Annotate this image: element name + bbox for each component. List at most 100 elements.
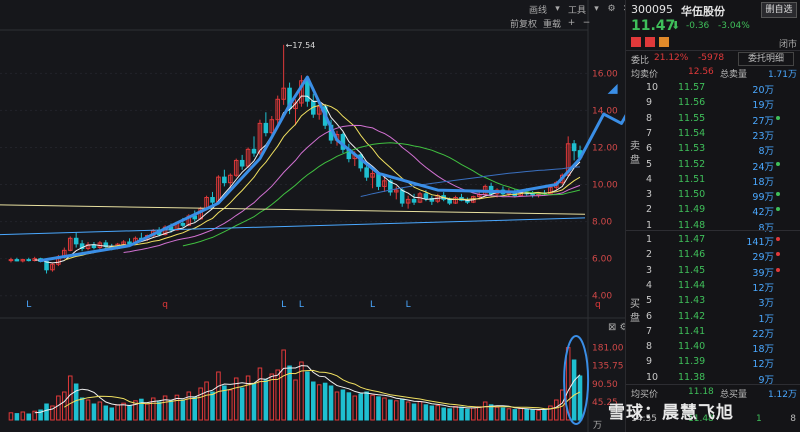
volume-bar	[91, 403, 97, 421]
volume-bar	[388, 399, 393, 421]
order-volume: 22万	[752, 328, 774, 340]
order-row[interactable]: 8 11.40 18万	[626, 339, 800, 356]
order-volume: 1万	[758, 313, 774, 325]
volume-bar	[251, 383, 257, 421]
adjust-toolbar: 前复权 重载 + −	[510, 16, 591, 30]
order-row[interactable]: 3 11.45 39万	[626, 263, 800, 279]
order-price: 11.45	[678, 264, 706, 276]
volume-bar	[328, 385, 334, 421]
order-price: 11.43	[678, 295, 706, 307]
settings-icon[interactable]: ⚙	[607, 4, 616, 14]
order-price: 11.41	[678, 325, 706, 337]
volume-bar	[370, 394, 375, 421]
zoom-in-icon[interactable]: +	[567, 18, 576, 28]
volume-tick-label: 135.75	[592, 362, 624, 372]
chevron-down-icon[interactable]: ▾	[592, 4, 601, 14]
volume-bar	[67, 375, 73, 421]
order-row[interactable]: 9 11.56 19万	[626, 95, 800, 112]
order-level: 6	[646, 310, 653, 322]
order-row[interactable]: 10 11.57 20万	[626, 80, 800, 96]
order-volume: 19万	[752, 100, 774, 112]
candle-series	[8, 44, 583, 274]
order-row[interactable]: 4 11.51 18万	[626, 172, 800, 188]
order-row[interactable]: 10 11.38 9万	[626, 370, 800, 386]
volume-bar	[500, 407, 506, 421]
volume-bars	[8, 347, 583, 421]
volume-bar	[506, 408, 512, 421]
order-volume: 29万	[752, 252, 774, 264]
order-level: 9	[646, 356, 653, 368]
change-dot-icon	[776, 237, 780, 241]
order-row[interactable]: 1 11.47 141万	[626, 232, 800, 248]
volume-bar	[453, 405, 458, 421]
order-row[interactable]: 5 11.52 24万	[626, 157, 800, 173]
vol-settings-icon: ⊠ ⚙	[608, 322, 625, 333]
tools-button[interactable]: 工具	[568, 3, 586, 16]
volume-bar	[447, 408, 452, 421]
candle-body	[239, 159, 245, 167]
candle-body	[73, 237, 79, 245]
order-row[interactable]: 2 11.49 42万	[626, 202, 800, 218]
volume-bar	[293, 379, 298, 421]
order-row[interactable]: 4 11.44 12万	[626, 278, 800, 294]
volume-bar	[257, 367, 263, 421]
volume-bar	[26, 413, 32, 421]
volume-bar	[311, 381, 316, 421]
order-row[interactable]: 8 11.55 27万	[626, 111, 800, 127]
entrust-detail-button[interactable]: 委托明细	[738, 52, 794, 66]
order-level: 2	[646, 249, 653, 261]
volume-bar	[281, 349, 286, 421]
volume-bar	[530, 409, 535, 421]
draw-line-button[interactable]: 画线	[529, 3, 547, 16]
order-price: 11.44	[678, 279, 706, 291]
fq-button[interactable]: 前复权	[510, 17, 537, 30]
order-row[interactable]: 7 11.54 23万	[626, 126, 800, 142]
volume-bar	[334, 391, 340, 421]
volume-bar	[127, 405, 132, 421]
order-row[interactable]: 9 11.39 12万	[626, 354, 800, 370]
volume-bar	[429, 405, 435, 421]
zoom-out-icon[interactable]: −	[582, 18, 591, 28]
candle-body	[364, 167, 369, 178]
candle-body	[411, 198, 417, 203]
volume-bar	[518, 407, 524, 421]
volume-bar	[577, 375, 583, 421]
order-volume: 27万	[752, 115, 774, 127]
order-level: 9	[646, 97, 653, 109]
order-row[interactable]: 5 11.43 3万	[626, 293, 800, 309]
chevron-down-icon[interactable]: ▾	[553, 4, 562, 14]
reload-button[interactable]: 重载	[543, 17, 561, 30]
order-row[interactable]: 3 11.50 99万	[626, 187, 800, 203]
remove-watchlist-button[interactable]: 删自选	[761, 2, 797, 18]
last-price: 11.47	[631, 18, 676, 34]
order-level: 8	[646, 341, 653, 353]
order-row[interactable]: 6 11.53 8万	[626, 141, 800, 157]
volume-bar	[56, 395, 61, 421]
order-price: 11.46	[678, 249, 706, 261]
volume-bar	[482, 401, 488, 421]
kline-chart[interactable]: 16.0014.0012.0010.008.006.004.00181.0013…	[0, 0, 625, 432]
volume-bar	[14, 413, 20, 421]
candle-body	[423, 193, 429, 199]
change-dot-icon	[776, 267, 780, 272]
order-level: 3	[646, 264, 653, 276]
volume-bar	[210, 391, 215, 421]
order-price: 11.54	[678, 127, 706, 139]
order-row[interactable]: 7 11.41 22万	[626, 324, 800, 340]
price-tick-label: 6.00	[592, 255, 612, 265]
volume-bar	[109, 407, 115, 421]
order-level: 7	[646, 325, 653, 337]
order-volume: 18万	[752, 176, 774, 188]
order-price: 11.56	[678, 97, 706, 109]
volume-bar	[8, 412, 14, 421]
order-price: 11.51	[678, 173, 706, 185]
order-row[interactable]: 2 11.46 29万	[626, 247, 800, 264]
volume-bar	[204, 381, 209, 421]
order-price: 11.47	[678, 234, 706, 245]
candle-body	[305, 80, 310, 102]
info-icon	[659, 37, 669, 47]
order-row[interactable]: 6 11.42 1万	[626, 309, 800, 325]
candle-body	[222, 176, 227, 184]
chart-toolbar: 画线 ▾ 工具 ▾ ⚙ ✕	[529, 2, 631, 16]
order-volume: 18万	[752, 344, 774, 356]
